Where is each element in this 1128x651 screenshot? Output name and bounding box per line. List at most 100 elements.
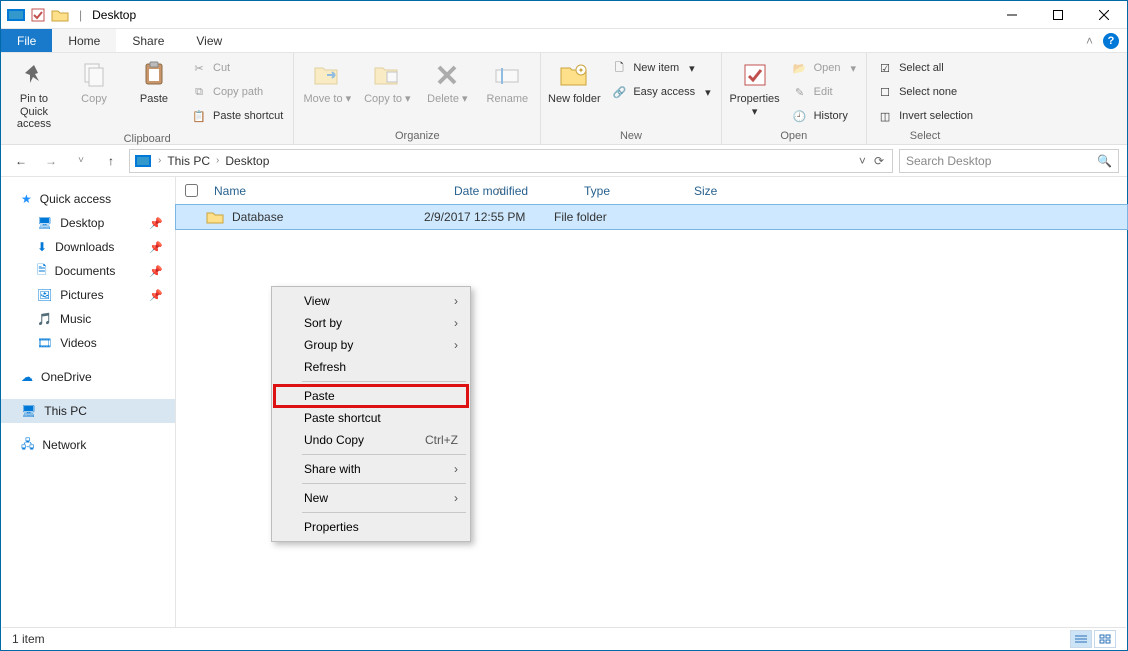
ctx-new[interactable]: New› [274,487,468,509]
ctx-undo-copy[interactable]: Undo CopyCtrl+Z [274,429,468,451]
open-button[interactable]: 📂Open ▾ [786,57,862,79]
crumb-thispc[interactable]: This PC [163,154,214,168]
copy-to-button[interactable]: Copy to ▾ [358,55,416,106]
thispc-icon: 🖥 [21,404,36,418]
address-dropdown-icon[interactable]: ˅ [859,154,866,168]
ribbon-tabs: File Home Share View ˄ ? [1,29,1127,53]
tab-view[interactable]: View [180,29,238,52]
sidebar-item-pictures[interactable]: 🖼Pictures📌 [1,283,175,307]
view-large-icons-button[interactable] [1094,630,1116,648]
select-all-checkbox[interactable] [185,184,198,197]
help-icon[interactable]: ? [1103,33,1119,49]
new-folder-button[interactable]: ✦ New folder [545,55,603,106]
sidebar-item-thispc[interactable]: 🖥This PC [1,399,175,423]
invert-selection-button[interactable]: ◫Invert selection [871,105,979,127]
pin-icon: 📌 [149,217,163,230]
sidebar-item-downloads[interactable]: ⬇Downloads📌 [1,235,175,259]
star-icon: ★ [21,192,32,206]
sidebar-item-label: Music [60,312,91,326]
qat-newfolder-icon[interactable] [51,8,69,22]
pictures-icon: 🖼 [37,288,52,302]
status-item-count: 1 item [12,632,45,646]
paste-shortcut-button[interactable]: 📋Paste shortcut [185,105,289,127]
sidebar-item-documents[interactable]: 🗎Documents📌 [1,259,175,283]
chevron-right-icon: › [454,462,458,476]
cut-button[interactable]: ✂Cut [185,57,289,79]
chevron-right-icon[interactable]: › [216,155,219,166]
file-name: Database [232,210,283,224]
ctx-share-with[interactable]: Share with› [274,458,468,480]
nav-forward-button[interactable]: → [39,149,63,173]
history-button[interactable]: 🕘History [786,105,862,127]
column-size[interactable]: Size [686,184,766,198]
sidebar-item-videos[interactable]: 🎞Videos [1,331,175,355]
paste-button[interactable]: Paste [125,55,183,106]
sidebar-item-desktop[interactable]: 🖥Desktop📌 [1,211,175,235]
ctx-sort[interactable]: Sort by› [274,312,468,334]
sidebar-item-label: Documents [55,264,116,278]
properties-button[interactable]: Properties ▾ [726,55,784,118]
ribbon-collapse-icon[interactable]: ˄ [1086,34,1093,48]
nav-up-button[interactable]: ↑ [99,149,123,173]
copy-path-button[interactable]: ⧉Copy path [185,81,289,103]
file-date: 2/9/2017 12:55 PM [416,210,546,224]
ribbon-group-select: ☑Select all ☐Select none ◫Invert selecti… [867,53,983,144]
chevron-right-icon[interactable]: › [158,155,161,166]
ctx-paste[interactable]: Paste [274,385,468,407]
column-type[interactable]: Type [576,184,686,198]
ctx-refresh[interactable]: Refresh [274,356,468,378]
ribbon-group-clipboard: Pin to Quick access Copy Paste ✂Cut ⧉Cop… [1,53,294,144]
search-input[interactable]: Search Desktop 🔍 [899,149,1119,173]
ctx-separator [302,483,466,484]
pin-quick-access-button[interactable]: Pin to Quick access [5,55,63,131]
table-row[interactable]: Database 2/9/2017 12:55 PM File folder [176,205,1127,229]
sidebar-item-onedrive[interactable]: ☁OneDrive [1,365,175,389]
select-all-button[interactable]: ☑Select all [871,57,979,79]
close-button[interactable] [1081,1,1127,29]
maximize-button[interactable] [1035,1,1081,29]
ctx-separator [302,381,466,382]
folder-icon [206,210,224,224]
edit-button[interactable]: ✎Edit [786,81,862,103]
nav-recent-button[interactable]: ˅ [69,149,93,173]
address-row: ← → ˅ ↑ › This PC › Desktop ˅ ⟳ Search D… [1,145,1127,177]
sidebar-item-label: Videos [60,336,96,350]
new-item-button[interactable]: 🗋New item ▾ [605,57,716,79]
easy-access-button[interactable]: 🔗Easy access ▾ [605,81,716,103]
crumb-desktop[interactable]: Desktop [221,154,273,168]
view-details-button[interactable] [1070,630,1092,648]
ctx-group[interactable]: Group by› [274,334,468,356]
column-name[interactable]: Name˄ [206,184,446,198]
select-all-icon: ☑ [877,60,893,76]
address-bar[interactable]: › This PC › Desktop ˅ ⟳ [129,149,893,173]
select-none-button[interactable]: ☐Select none [871,81,979,103]
context-menu: View› Sort by› Group by› Refresh Paste P… [271,286,471,542]
minimize-button[interactable] [989,1,1035,29]
qat-properties-icon[interactable] [29,8,47,22]
ribbon: Pin to Quick access Copy Paste ✂Cut ⧉Cop… [1,53,1127,145]
sidebar-item-network[interactable]: 🖧Network [1,433,175,457]
ctx-properties[interactable]: Properties [274,516,468,538]
rename-button[interactable]: Rename [478,55,536,106]
status-bar: 1 item [2,627,1126,649]
tab-file[interactable]: File [1,29,52,52]
new-item-icon: 🗋 [611,60,627,76]
sidebar-item-quick-access[interactable]: ★ Quick access [1,187,175,211]
delete-button[interactable]: Delete ▾ [418,55,476,106]
desktop-icon: 🖥 [37,216,52,230]
copy-button[interactable]: Copy [65,55,123,106]
scissors-icon: ✂ [191,60,207,76]
qat-sep: | [73,8,88,22]
chevron-right-icon: › [454,491,458,505]
nav-back-button[interactable]: ← [9,149,33,173]
column-date[interactable]: Date modified [446,184,576,198]
sidebar-item-label: Quick access [40,192,111,206]
ctx-view[interactable]: View› [274,290,468,312]
ctx-paste-shortcut[interactable]: Paste shortcut [274,407,468,429]
tab-home[interactable]: Home [52,29,116,52]
sidebar-item-music[interactable]: 🎵Music [1,307,175,331]
chevron-right-icon: › [454,338,458,352]
refresh-icon[interactable]: ⟳ [874,154,884,168]
tab-share[interactable]: Share [116,29,180,52]
move-to-button[interactable]: Move to ▾ [298,55,356,106]
